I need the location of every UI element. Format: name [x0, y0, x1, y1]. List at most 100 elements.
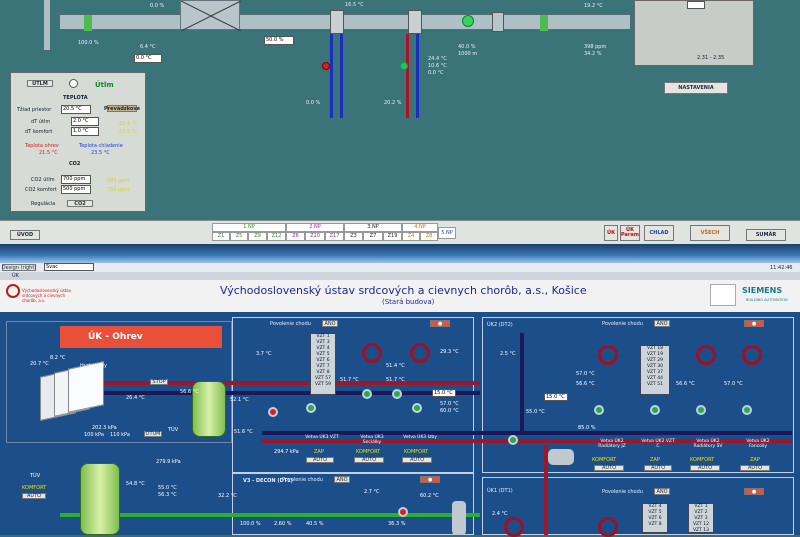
branch-mode[interactable]: AUTO — [740, 465, 770, 471]
zone-z17[interactable]: Z17 — [325, 232, 344, 241]
damper-input[interactable]: 50.0 % — [264, 36, 294, 45]
pump-icon[interactable] — [742, 405, 752, 415]
floor-1np[interactable]: 1.NP — [212, 223, 286, 232]
brand-sub: BUILDING AUTOMATION — [746, 298, 788, 302]
page-title: Východoslovenský ústav srdcových a cievn… — [220, 284, 587, 297]
tab-design[interactable]: Design (right) — [2, 264, 36, 271]
permit-toggle[interactable]: ÁNO — [654, 320, 670, 327]
zone-z7[interactable]: Z7 — [363, 232, 383, 241]
pump-icon[interactable] — [306, 403, 316, 413]
floor-4np[interactable]: 4.NP — [402, 223, 438, 232]
value-readout: 20.7 °C — [30, 361, 49, 367]
green-pipe — [60, 513, 480, 517]
dt-utlm-input[interactable]: 2.0 °C — [71, 117, 99, 126]
home-button[interactable]: ÚVOD — [10, 230, 40, 240]
heater-coil-icon — [408, 10, 422, 34]
zone-z9[interactable]: Z9 — [248, 232, 267, 241]
pump-icon[interactable] — [362, 389, 372, 399]
mode-button[interactable]: ÚTLM — [27, 80, 53, 87]
vzt-list-a: VZT 1 VZT 3 VZT 4 VZT 5 VZT 6 VZT 7 VZT … — [310, 333, 336, 395]
operating-button[interactable]: Prevádzkové — [104, 105, 140, 112]
co2-komfort-input[interactable]: 500 ppm — [61, 185, 91, 194]
pump-icon[interactable] — [594, 405, 604, 415]
chlad-button[interactable]: CHLAD — [644, 225, 674, 241]
duct-inlet — [44, 0, 50, 50]
branch-mode[interactable]: AUTO — [644, 465, 672, 471]
value-readout: 100 kPa — [84, 432, 104, 438]
value-readout: 56.6 °C — [676, 381, 695, 387]
valve-icon[interactable] — [322, 62, 330, 70]
clock: 11:42:46 — [770, 265, 793, 271]
desktop-gap — [0, 244, 800, 263]
vzt-item: VZT 59 — [314, 382, 332, 387]
setpoint-input[interactable]: 15.0 °C — [544, 393, 568, 401]
brand: SIEMENS — [742, 286, 783, 295]
stop-button[interactable]: STOP — [150, 379, 168, 385]
branch-name: Vetva ÚK2 Radiátory SV — [693, 439, 723, 449]
floor-3np[interactable]: 3.NP — [344, 223, 402, 232]
branch-mode[interactable]: AUTO — [402, 457, 432, 463]
zone-z8[interactable]: Z8 — [420, 232, 438, 241]
pump-icon[interactable] — [268, 407, 278, 417]
tuv-mode[interactable]: AUTO — [22, 493, 46, 499]
readout: 19.2 °C — [584, 3, 603, 9]
zone-z12[interactable]: Z12 — [267, 232, 286, 241]
valve-icon[interactable] — [400, 62, 408, 70]
zone-z5[interactable]: Z5 — [230, 232, 248, 241]
heater-coil — [696, 345, 716, 365]
value-readout: 56.3 °C — [158, 492, 177, 498]
permit-toggle[interactable]: ÁNO — [334, 476, 350, 483]
heat-recovery — [180, 0, 242, 32]
floor-2np[interactable]: 2.NP — [286, 223, 344, 232]
zone-z10[interactable]: Z10 — [305, 232, 325, 241]
branch-name: Vetva ÚK3 Izby — [403, 435, 437, 440]
co2-komfort-label: CO2 komfort — [25, 187, 57, 193]
temp-title: TEPLOTA — [63, 95, 88, 101]
setpoint-input[interactable]: 15.0 °C — [432, 389, 456, 397]
page-subtitle: (Stará budova) — [382, 298, 435, 306]
branch-mode[interactable]: AUTO — [690, 465, 720, 471]
zone-z19[interactable]: Z19 — [383, 232, 402, 241]
floor-5np[interactable]: 5.NP — [438, 227, 456, 239]
branch-mode[interactable]: AUTO — [354, 457, 384, 463]
zone-z4[interactable]: Z4 — [402, 232, 420, 241]
value-readout: 29.3 °C — [440, 349, 459, 355]
co2-utlm-input[interactable]: 700 ppm — [61, 175, 91, 184]
pump-icon[interactable] — [650, 405, 660, 415]
pump-icon[interactable] — [398, 507, 408, 517]
dt-komfort-input[interactable]: 1.0 °C — [71, 127, 99, 136]
readout: 34.2 % — [584, 51, 602, 57]
uk-button[interactable]: ÚK — [604, 225, 618, 241]
all-button[interactable]: VŠECH — [690, 225, 730, 241]
clock-icon — [69, 79, 78, 88]
uk-param-button[interactable]: ÚK Param — [620, 225, 640, 241]
branch-mode[interactable]: AUTO — [594, 465, 624, 471]
branch-state: KOMFORT — [690, 457, 715, 463]
setpoint-input[interactable]: 0.0 °C — [134, 54, 162, 63]
permit-toggle[interactable]: ÁNO — [322, 320, 338, 327]
permit-toggle[interactable]: ÁNO — [654, 488, 670, 495]
permit-label: Povolenie chodu — [602, 321, 643, 327]
value-readout: 3.7 °C — [256, 351, 272, 357]
heater-coil — [504, 517, 524, 537]
pump-icon[interactable] — [696, 405, 706, 415]
summary-button[interactable]: SUMÁR — [746, 229, 786, 241]
branch-state: ZAP — [650, 457, 660, 463]
room-setpoint-input[interactable]: 20.5 °C — [61, 105, 91, 114]
zone-z3[interactable]: Z3 — [344, 232, 363, 241]
otum-button[interactable]: OTUM — [144, 431, 162, 437]
pump-icon[interactable] — [392, 389, 402, 399]
permit-label: Povolenie chodu — [270, 321, 311, 327]
branch-mode[interactable]: AUTO — [306, 457, 334, 463]
tab-svac[interactable]: Svac — [44, 263, 94, 271]
reg-value[interactable]: CO2 — [67, 200, 93, 207]
zone-z6[interactable]: Z6 — [286, 232, 305, 241]
settings-button[interactable]: NASTAVENIA — [664, 82, 728, 94]
vzt-list-d: VZT 1 VZT 2 VZT 3 VZT 12 VZT 13 — [688, 503, 714, 533]
pump-icon[interactable] — [508, 435, 518, 445]
pipe-cold-return — [340, 34, 343, 118]
heater-coil — [362, 343, 382, 363]
readout: 1000 m — [458, 51, 478, 57]
zone-z1[interactable]: Z1 — [212, 232, 230, 241]
pump-icon[interactable] — [412, 403, 422, 413]
